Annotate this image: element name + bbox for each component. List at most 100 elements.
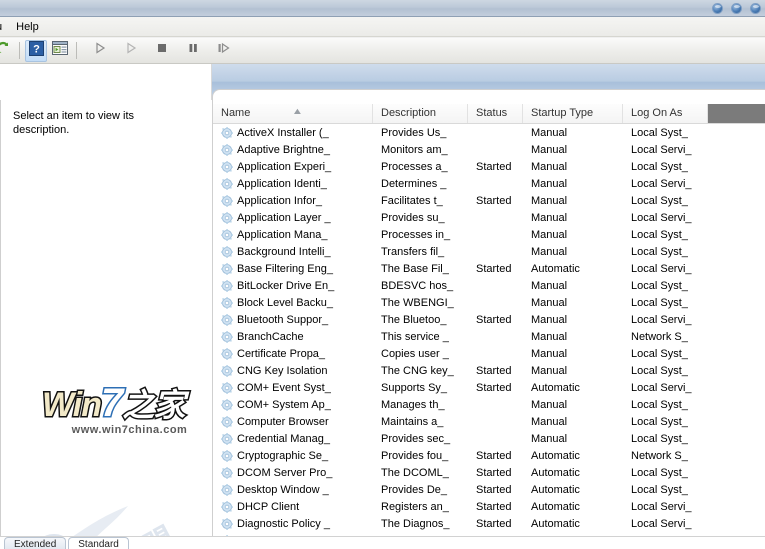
cell-name-label: Bluetooth Suppor_ — [237, 313, 329, 326]
cell-status: Started — [476, 517, 512, 530]
cell-log-on-as: Local Syst_ — [631, 347, 688, 360]
cell-name-label: Computer Browser — [237, 415, 329, 428]
cell-description: Processes a_ — [381, 160, 448, 173]
table-row[interactable]: Cryptographic Se_ Provides fou_ Started Aut… — [213, 447, 765, 464]
maximize-button[interactable] — [731, 3, 742, 14]
resume-service-button[interactable] — [120, 40, 142, 62]
cell-name: Base Filtering Eng_ — [213, 262, 373, 275]
services-console-window: u Help ? — [0, 0, 765, 549]
window-controls — [712, 0, 761, 17]
service-gear-icon — [221, 330, 233, 343]
table-row[interactable]: Base Filtering Eng_ The Base Fil_ Started A… — [213, 260, 765, 277]
cell-status: Started — [476, 160, 512, 173]
tab-standard[interactable]: Standard — [68, 537, 129, 549]
table-row[interactable]: Desktop Window _ Provides De_ Started Autom… — [213, 481, 765, 498]
cell-name: COM+ Event Syst_ — [213, 381, 373, 394]
menu-item-clipped[interactable]: u — [0, 19, 9, 35]
properties-icon — [52, 41, 68, 60]
table-row[interactable]: BranchCache This service _ Manual Network S… — [213, 328, 765, 345]
cell-log-on-as: Network S_ — [631, 449, 688, 462]
cell-log-on-as: Local Syst_ — [631, 296, 688, 309]
properties-button[interactable] — [49, 40, 71, 62]
service-gear-icon — [221, 228, 233, 241]
table-row[interactable]: DHCP Client Registers an_ Started Automatic… — [213, 498, 765, 515]
cell-status: Started — [476, 381, 512, 394]
toolbar: ? — [0, 38, 765, 64]
table-row[interactable]: Application Infor_ Facilitates t_ Started M… — [213, 192, 765, 209]
services-list-rows[interactable]: ActiveX Installer (_ Provides Us_ Manual Lo… — [213, 124, 765, 549]
cell-startup-type: Automatic — [531, 466, 580, 479]
service-gear-icon — [221, 466, 233, 479]
table-row[interactable]: Bluetooth Suppor_ The Bluetoo_ Started Manu… — [213, 311, 765, 328]
cell-description: Supports Sy_ — [381, 381, 448, 394]
cell-name-label: Application Experi_ — [237, 160, 332, 173]
stop-icon — [155, 41, 169, 60]
cell-description: Facilitates t_ — [381, 194, 443, 207]
sort-ascending-icon: ▲ — [291, 106, 303, 116]
cell-status: Started — [476, 364, 512, 377]
cell-description: Processes in_ — [381, 228, 451, 241]
table-row[interactable]: BitLocker Drive En_ BDESVC hos_ Manual Loca… — [213, 277, 765, 294]
separator-1 — [19, 42, 20, 59]
column-header-description[interactable]: Description — [373, 104, 468, 123]
column-header-log-on-as[interactable]: Log On As — [623, 104, 708, 123]
table-row[interactable]: CNG Key Isolation The CNG key_ Started Manu… — [213, 362, 765, 379]
table-row[interactable]: Application Layer _ Provides su_ Manual Loc… — [213, 209, 765, 226]
column-header-name[interactable]: Name ▲ — [213, 104, 373, 123]
cell-status: Started — [476, 313, 512, 326]
column-header-startup-type-label: Startup Type — [531, 107, 594, 119]
table-row[interactable]: Application Mana_ Processes in_ Manual Loca… — [213, 226, 765, 243]
table-row[interactable]: Certificate Propa_ Copies user _ Manual Loc… — [213, 345, 765, 362]
cell-name-label: BitLocker Drive En_ — [237, 279, 335, 292]
restart-service-button[interactable] — [213, 40, 235, 62]
help-icon: ? — [28, 40, 44, 61]
cell-name-label: Application Infor_ — [237, 194, 322, 207]
cell-startup-type: Automatic — [531, 381, 580, 394]
separator-2 — [76, 42, 77, 59]
table-row[interactable]: Adaptive Brightne_ Monitors am_ Manual Loca… — [213, 141, 765, 158]
cell-startup-type: Automatic — [531, 449, 580, 462]
cell-log-on-as: Local Syst_ — [631, 364, 688, 377]
cell-name: BitLocker Drive En_ — [213, 279, 373, 292]
service-gear-icon — [221, 449, 233, 462]
cell-startup-type: Manual — [531, 228, 568, 241]
column-header-startup-type[interactable]: Startup Type — [523, 104, 623, 123]
cell-startup-type: Automatic — [531, 500, 580, 513]
cell-status: Started — [476, 449, 512, 462]
pause-service-button[interactable] — [182, 40, 204, 62]
start-service-button[interactable] — [89, 40, 111, 62]
table-row[interactable]: Background Intelli_ Transfers fil_ Manual L… — [213, 243, 765, 260]
table-row[interactable]: Computer Browser Maintains a_ Manual Local … — [213, 413, 765, 430]
cell-startup-type: Manual — [531, 194, 568, 207]
menu-item-help[interactable]: Help — [9, 19, 46, 35]
table-row[interactable]: ActiveX Installer (_ Provides Us_ Manual Lo… — [213, 124, 765, 141]
cell-startup-type: Manual — [531, 364, 568, 377]
service-gear-icon — [221, 296, 233, 309]
cell-name: Application Identi_ — [213, 177, 373, 190]
table-row[interactable]: Credential Manag_ Provides sec_ Manual Loca… — [213, 430, 765, 447]
table-row[interactable]: COM+ System Ap_ Manages th_ Manual Local Sy… — [213, 396, 765, 413]
column-header-status-label: Status — [476, 107, 508, 119]
cell-name-label: Diagnostic Policy _ — [237, 517, 330, 530]
table-row[interactable]: Block Level Backu_ The WBENGI_ Manual Local… — [213, 294, 765, 311]
table-row[interactable]: DCOM Server Pro_ The DCOML_ Started Automat… — [213, 464, 765, 481]
table-row[interactable]: Diagnostic Policy _ The Diagnos_ Started Au… — [213, 515, 765, 532]
tab-extended[interactable]: Extended — [4, 537, 67, 549]
cell-name-label: COM+ System Ap_ — [237, 398, 331, 411]
refresh-button[interactable] — [0, 40, 14, 62]
close-button[interactable] — [750, 3, 761, 14]
table-row[interactable]: Application Experi_ Processes a_ Started Ma… — [213, 158, 765, 175]
cell-description: Provides su_ — [381, 211, 445, 224]
table-row[interactable]: Application Identi_ Determines _ Manual Loc… — [213, 175, 765, 192]
table-row[interactable]: COM+ Event Syst_ Supports Sy_ Started Autom… — [213, 379, 765, 396]
minimize-button[interactable] — [712, 3, 723, 14]
cell-description: Provides De_ — [381, 483, 448, 496]
cell-name-label: Background Intelli_ — [237, 245, 331, 258]
stop-service-button[interactable] — [151, 40, 173, 62]
cell-startup-type: Manual — [531, 160, 568, 173]
cell-startup-type: Manual — [531, 126, 568, 139]
help-button[interactable]: ? — [25, 39, 47, 62]
pause-icon — [186, 41, 200, 60]
column-header-status[interactable]: Status — [468, 104, 523, 123]
cell-status: Started — [476, 466, 512, 479]
